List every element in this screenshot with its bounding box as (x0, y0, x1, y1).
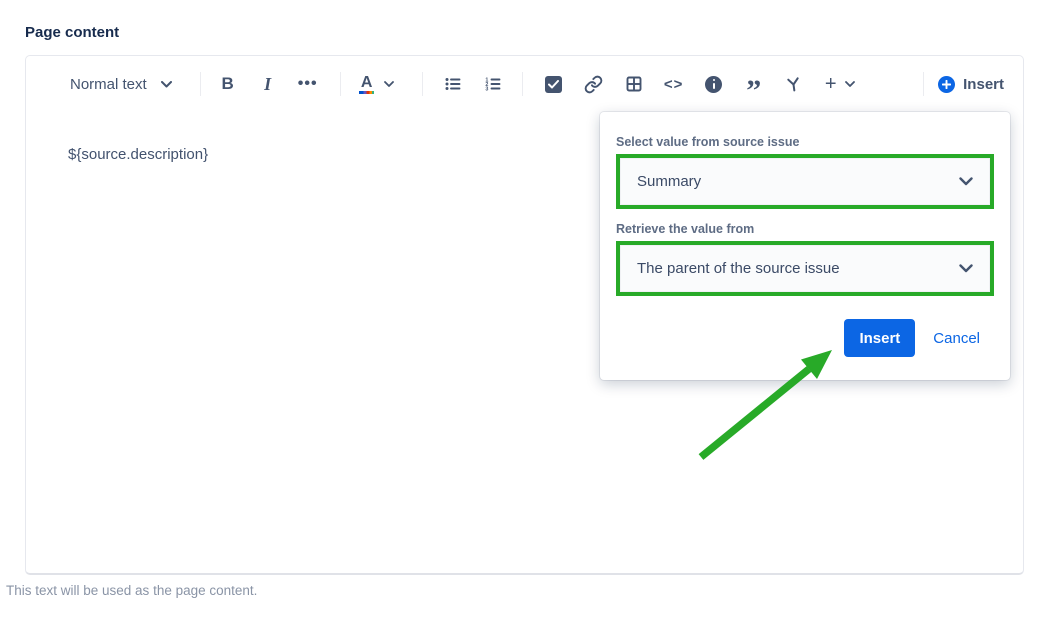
toolbar-separator (422, 72, 423, 96)
popup-cancel-button[interactable]: Cancel (933, 330, 980, 347)
toolbar-separator (200, 72, 201, 96)
chevron-down-icon (959, 264, 973, 273)
link-button[interactable] (577, 68, 611, 100)
editor-content-text: ${source.description} (68, 146, 208, 163)
insert-value-popup: Select value from source issue Summary R… (600, 112, 1010, 380)
toolbar-separator (522, 72, 523, 96)
svg-text:3: 3 (485, 86, 488, 92)
toolbar-insert-label: Insert (963, 76, 1004, 93)
retrieve-field-label: Retrieve the value from (616, 222, 994, 236)
page-title: Page content (25, 24, 119, 41)
source-field-value: Summary (637, 173, 701, 190)
toolbar-insert-button[interactable]: Insert (938, 76, 1004, 93)
plus-icon: + (825, 75, 837, 93)
table-button[interactable] (617, 68, 651, 100)
bold-button[interactable]: B (211, 68, 245, 100)
info-panel-button[interactable] (697, 68, 731, 100)
decision-button[interactable] (777, 68, 811, 100)
toolbar-separator (340, 72, 341, 96)
retrieve-field-value: The parent of the source issue (637, 260, 840, 277)
popup-actions: Insert Cancel (616, 319, 994, 357)
toolbar-separator (923, 72, 924, 96)
quote-button[interactable]: ” (737, 68, 771, 100)
chevron-down-icon (161, 81, 172, 88)
numbered-list-button[interactable]: 123 (476, 68, 510, 100)
text-color-icon: A (359, 75, 374, 94)
retrieve-field-dropdown[interactable]: The parent of the source issue (620, 245, 990, 292)
bullet-list-button[interactable] (436, 68, 470, 100)
field-help-text: This text will be used as the page conte… (6, 583, 257, 598)
code-button[interactable]: <> (657, 68, 691, 100)
text-color-button[interactable]: A (354, 68, 400, 100)
source-field-label: Select value from source issue (616, 135, 994, 149)
chevron-down-icon (959, 177, 973, 186)
decision-icon (785, 76, 802, 93)
checkbox-icon (545, 76, 562, 93)
plus-circle-icon (938, 76, 955, 93)
chevron-down-icon (845, 81, 855, 87)
task-list-button[interactable] (537, 68, 571, 100)
popup-insert-button[interactable]: Insert (844, 319, 915, 357)
text-style-label: Normal text (70, 76, 147, 93)
info-icon (705, 76, 722, 93)
editor-toolbar: Normal text B I ••• A (26, 56, 1023, 112)
text-style-dropdown[interactable]: Normal text (66, 68, 176, 100)
bullet-list-icon (444, 75, 462, 93)
source-field-dropdown[interactable]: Summary (620, 158, 990, 205)
more-formatting-button[interactable]: ••• (291, 68, 325, 100)
insert-more-button[interactable]: + (817, 68, 863, 100)
source-field-highlight: Summary (616, 154, 994, 209)
numbered-list-icon: 123 (484, 75, 502, 93)
link-icon (584, 75, 603, 94)
table-icon (625, 75, 643, 93)
chevron-down-icon (384, 81, 394, 87)
italic-button[interactable]: I (251, 68, 285, 100)
retrieve-field-highlight: The parent of the source issue (616, 241, 994, 296)
